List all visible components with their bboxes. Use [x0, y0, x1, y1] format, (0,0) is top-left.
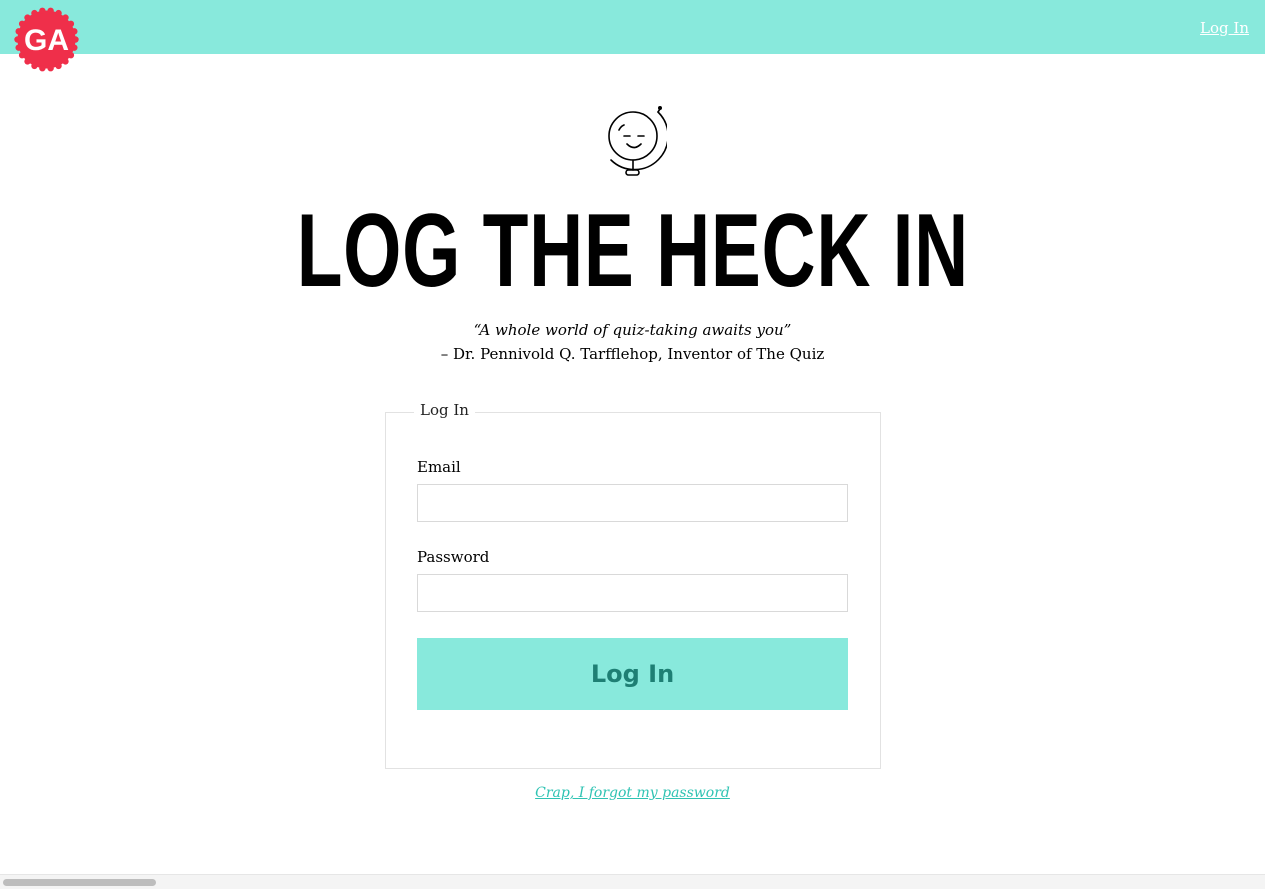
logo-text: GA	[24, 24, 69, 57]
top-nav-bar: Log In	[0, 0, 1265, 54]
email-field[interactable]	[417, 484, 848, 522]
login-button[interactable]: Log In	[417, 638, 848, 710]
email-label: Email	[417, 458, 461, 476]
ga-logo[interactable]: GA	[14, 7, 79, 72]
quote-text: “A whole world of quiz-taking awaits you…	[473, 321, 792, 339]
smiling-globe-icon	[608, 105, 667, 176]
scrollbar-thumb[interactable]	[3, 879, 156, 886]
page-headline: LOG THE HECK IN	[296, 193, 969, 309]
password-label: Password	[417, 548, 490, 566]
nav-login-link[interactable]: Log In	[1200, 19, 1249, 37]
password-field[interactable]	[417, 574, 848, 612]
fieldset-legend: Log In	[414, 401, 475, 419]
quote-attribution: – Dr. Pennivold Q. Tarfflehop, Inventor …	[440, 345, 825, 363]
forgot-password-link[interactable]: Crap, I forgot my password	[535, 785, 730, 801]
forgot-password-row: Crap, I forgot my password	[0, 785, 1265, 801]
horizontal-scrollbar[interactable]	[0, 874, 1265, 889]
